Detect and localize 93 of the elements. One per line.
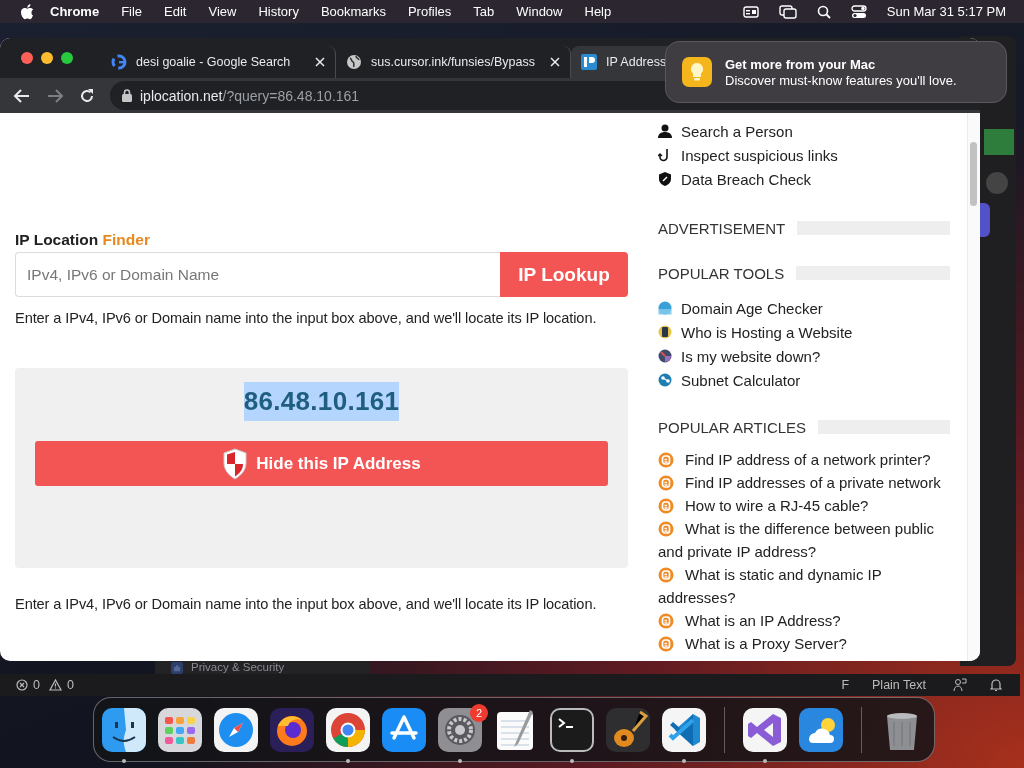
menu-item[interactable]: View: [208, 4, 237, 19]
menu-item[interactable]: Chrome: [50, 4, 100, 19]
article-link[interactable]: What is static and dynamic IP addresses?: [658, 563, 950, 609]
apple-icon[interactable]: [20, 3, 34, 20]
language-mode[interactable]: Plain Text: [872, 678, 926, 692]
section-heading: POPULAR ARTICLES: [658, 418, 807, 436]
article-link[interactable]: What is a Proxy Server?: [658, 632, 950, 655]
firefox-icon[interactable]: [270, 707, 314, 752]
server-icon: [658, 325, 672, 339]
app-store-icon[interactable]: [382, 707, 426, 752]
sidebar-link[interactable]: Data Breach Check: [681, 170, 812, 188]
url-host: iplocation.net: [140, 87, 223, 104]
menu-item[interactable]: History: [258, 4, 299, 19]
scrollbar-thumb[interactable]: [970, 142, 977, 206]
chrome-icon[interactable]: [326, 707, 370, 752]
tool-link[interactable]: Is my website down?: [681, 347, 821, 365]
weather-icon[interactable]: [799, 707, 843, 752]
tool-link[interactable]: Domain Age Checker: [681, 299, 823, 317]
shield-icon: [658, 172, 672, 186]
close-icon[interactable]: [550, 57, 560, 67]
globe-icon: [658, 301, 672, 315]
reload-icon[interactable]: [79, 87, 95, 104]
finder-title: IP Location Finder: [15, 231, 151, 249]
error-icon[interactable]: [16, 679, 28, 691]
zoom-window-button[interactable]: [61, 52, 73, 64]
menu-item[interactable]: File: [121, 4, 143, 19]
notification-title: Get more from your Mac: [725, 56, 877, 72]
blog-icon: [658, 567, 674, 583]
code-editor-icon[interactable]: [662, 707, 706, 752]
network-icon: [658, 373, 672, 387]
menu-item[interactable]: Window: [516, 4, 563, 19]
settings-item[interactable]: Privacy & Security: [191, 661, 285, 674]
warning-count[interactable]: 0: [66, 678, 74, 692]
lock-icon: [122, 89, 132, 102]
menu-item[interactable]: Bookmarks: [320, 4, 386, 19]
search-field[interactable]: IPv4, IPv6 or Domain Name: [15, 252, 500, 297]
ribbon-icon[interactable]: [743, 707, 787, 752]
menu-item[interactable]: Tab: [473, 4, 495, 19]
search-icon[interactable]: [816, 4, 831, 19]
line-ending[interactable]: F: [841, 678, 850, 692]
back-icon[interactable]: [13, 87, 31, 104]
blog-icon: [658, 452, 674, 468]
menu-item[interactable]: Help: [584, 4, 612, 19]
article-link[interactable]: How to wire a RJ-45 cable?: [658, 494, 950, 517]
section-heading: ADVERTISEMENT: [658, 219, 786, 237]
app-grid-icon[interactable]: [158, 707, 202, 752]
menu-item[interactable]: Profiles: [407, 4, 452, 19]
minimize-window-button[interactable]: [41, 52, 53, 64]
close-window-button[interactable]: [21, 52, 33, 64]
section-heading: POPULAR TOOLS: [658, 264, 785, 282]
feedback-icon[interactable]: [953, 678, 967, 692]
forward-icon[interactable]: [46, 87, 64, 104]
shield-icon: [222, 447, 249, 480]
article-link[interactable]: Find IP address of a network printer?: [658, 448, 950, 471]
compass-icon[interactable]: [214, 707, 258, 752]
tool-link[interactable]: Subnet Calculator: [681, 371, 801, 389]
avatar-circle: [986, 172, 1008, 194]
close-icon[interactable]: [315, 57, 325, 67]
site-logo-icon: [581, 54, 597, 70]
notification-badge: 2: [470, 703, 488, 722]
toggles-icon[interactable]: [850, 4, 867, 19]
lightbulb-icon: [682, 57, 712, 87]
sidebar-link[interactable]: Inspect suspicious links: [681, 146, 838, 164]
globe-icon: [346, 54, 362, 70]
helper-text: Enter a IPv4, IPv6 or Domain name into the input box above, and we'll locate its IP location.: [15, 310, 598, 326]
windows-icon[interactable]: [778, 4, 797, 19]
notification-toast[interactable]: Get more from your Mac Discover must-know features you'll love.: [665, 41, 1007, 103]
error-count[interactable]: 0: [33, 678, 40, 692]
terminal-icon[interactable]: [550, 707, 594, 752]
article-link[interactable]: Find IP addresses of a private network: [658, 471, 950, 494]
bell-icon[interactable]: [990, 678, 1002, 692]
scrollbar[interactable]: [967, 113, 980, 661]
article-link[interactable]: What is an IP Address?: [658, 609, 950, 632]
sidebar-link[interactable]: Search a Person: [681, 122, 793, 140]
person-icon: [658, 124, 672, 138]
blog-icon: [658, 475, 674, 491]
tool-link[interactable]: Who is Hosting a Website: [681, 323, 853, 341]
ip-address: 86.48.10.161: [243, 382, 400, 421]
guitar-icon[interactable]: [606, 707, 650, 752]
blog-icon: [658, 613, 674, 629]
id-card-icon[interactable]: [742, 5, 759, 18]
menu-item[interactable]: Edit: [164, 4, 187, 19]
warning-icon[interactable]: [48, 679, 62, 691]
finder-icon[interactable]: [102, 707, 146, 752]
url-path: /?query=86.48.10.161: [222, 87, 360, 104]
menu-bar-clock[interactable]: Sun Mar 31 5:17 PM: [886, 4, 1006, 19]
helper-text: Enter a IPv4, IPv6 or Domain name into the input box above, and we'll locate its IP location.: [15, 596, 598, 612]
article-link[interactable]: What is the difference between public and private IP address?: [658, 517, 950, 563]
blog-icon: [658, 636, 674, 652]
gear-icon[interactable]: [438, 707, 482, 752]
blog-icon: [658, 498, 674, 514]
privacy-hand-icon: [171, 661, 183, 674]
blog-icon: [658, 521, 674, 537]
